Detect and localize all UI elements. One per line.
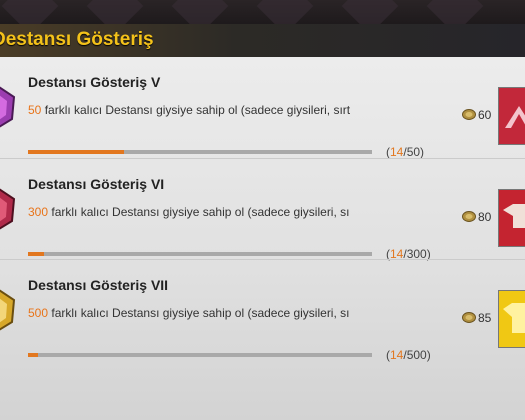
achievement-title: Destansı Gösteriş VII <box>28 277 169 293</box>
medal-icon <box>0 188 16 230</box>
reward-points: 85 <box>478 311 492 325</box>
medal-icon <box>0 289 16 331</box>
progress-total: /50) <box>403 145 425 159</box>
achievement-description: 50 farklı kalıcı Destansı giysiye sahip … <box>28 103 350 119</box>
reward-item-thumbnail[interactable] <box>498 87 525 145</box>
progress-bar <box>28 252 372 256</box>
outfit-icon <box>503 204 525 228</box>
progress-text: (14/500) <box>386 348 431 362</box>
outfit-icon <box>503 303 525 333</box>
target-count: 500 <box>28 306 49 320</box>
achievement-description: 500 farklı kalıcı Destansı giysiye sahip… <box>28 306 350 322</box>
coin-icon <box>462 109 476 120</box>
category-header: Destansı Gösteriş <box>0 24 525 58</box>
achievement-row[interactable]: Destansı Gösteriş VII 500 farklı kalıcı … <box>0 259 525 362</box>
description-text: farklı kalıcı Destansı giysiye sahip ol … <box>41 103 350 117</box>
coin-icon <box>462 211 476 222</box>
outfit-icon <box>505 106 525 128</box>
reward-points: 60 <box>478 108 492 122</box>
coin-icon <box>462 312 476 323</box>
progress-fill <box>28 150 125 154</box>
progress-bar <box>28 353 372 357</box>
target-count: 50 <box>28 103 42 117</box>
achievement-row[interactable]: Destansı Gösteriş VI 300 farklı kalıcı D… <box>0 158 525 261</box>
progress-total: /500) <box>403 348 431 362</box>
achievement-list[interactable]: Destansı Gösteriş V 50 farklı kalıcı Des… <box>0 57 525 420</box>
achievement-title: Destansı Gösteriş V <box>28 74 161 90</box>
reward-item-thumbnail[interactable] <box>498 189 525 247</box>
achievement-description: 300 farklı kalıcı Destansı giysiye sahip… <box>28 205 350 221</box>
progress-bar <box>28 150 372 154</box>
description-text: farklı kalıcı Destansı giysiye sahip ol … <box>48 306 350 320</box>
achievement-title: Destansı Gösteriş VI <box>28 176 165 192</box>
reward-item-thumbnail[interactable] <box>498 290 525 348</box>
progress-current: 14 <box>390 145 404 159</box>
progress-fill <box>28 353 38 357</box>
description-text: farklı kalıcı Destansı giysiye sahip ol … <box>48 205 350 219</box>
reward-points: 80 <box>478 210 492 224</box>
medal-icon <box>0 86 16 128</box>
target-count: 300 <box>28 205 49 219</box>
progress-text: (14/50) <box>386 145 425 159</box>
category-title: Destansı Gösteriş <box>0 29 154 50</box>
achievement-row[interactable]: Destansı Gösteriş V 50 farklı kalıcı Des… <box>0 57 525 159</box>
progress-fill <box>28 252 45 256</box>
progress-current: 14 <box>390 348 404 362</box>
